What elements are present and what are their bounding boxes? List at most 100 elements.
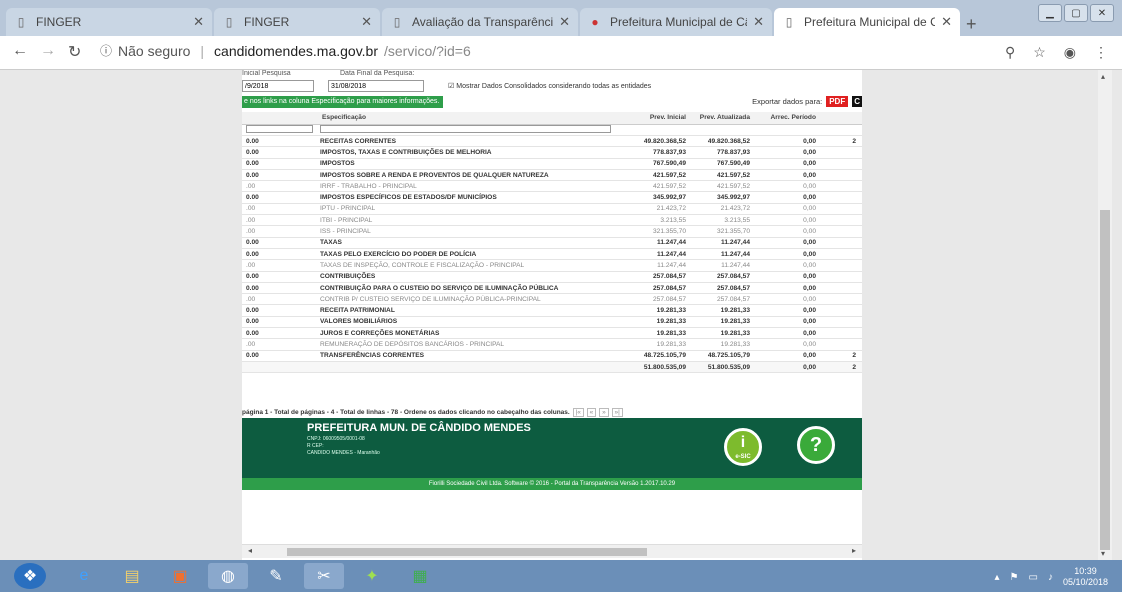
tab-avaliacao[interactable]: ▯ Avaliação da Transparência dos ✕ xyxy=(382,8,578,36)
end-date-input[interactable] xyxy=(328,80,424,92)
table-row[interactable]: 0.00 VALORES MOBILIÁRIOS 19.281,33 19.281,3… xyxy=(242,316,862,329)
table-row[interactable]: .00 ISS - PRINCIPAL 321.355,70 321.355,70 0,… xyxy=(242,225,862,238)
esic-button[interactable]: i e-SIC xyxy=(724,428,762,466)
chrome-icon[interactable]: ◍ xyxy=(208,563,248,589)
row-spec[interactable]: CONTRIB P/ CUSTEIO SERVIÇO DE ILUMINAÇÃO… xyxy=(316,293,626,306)
pager-last-button[interactable]: »| xyxy=(611,408,623,417)
table-row[interactable]: 0.00 CONTRIBUIÇÕES 257.084,57 257.084,57 0,0… xyxy=(242,271,862,283)
table-row[interactable]: 0.00 JUROS E CORREÇÕES MONETÁRIAS 19.281,3… xyxy=(242,327,862,340)
col-header-prev-atualizada[interactable]: Prev. Atualizada xyxy=(692,112,756,125)
export-csv-button[interactable]: C xyxy=(852,96,862,107)
row-spec[interactable]: TAXAS PELO EXERCÍCIO DO PODER DE POLÍCIA xyxy=(316,248,626,261)
filter-spec-input[interactable] xyxy=(320,124,611,133)
row-spec[interactable]: IMPOSTOS, TAXAS E CONTRIBUIÇÕES DE MELHO… xyxy=(316,146,626,159)
table-row[interactable]: .00 IRRF - TRABALHO - PRINCIPAL 421.597,52… xyxy=(242,180,862,193)
vertical-scrollbar[interactable]: ▴ ▾ xyxy=(1098,70,1112,560)
reload-icon[interactable]: ↻ xyxy=(68,42,81,62)
spreadsheet-icon[interactable]: ▦ xyxy=(400,563,440,589)
volume-icon[interactable]: ♪ xyxy=(1048,572,1053,583)
flag-icon[interactable]: ⚑ xyxy=(1010,572,1019,583)
scroll-left-icon[interactable]: ◂ xyxy=(248,546,252,555)
close-tab-icon[interactable]: ✕ xyxy=(361,14,372,30)
address-bar[interactable]: ⓘ Não seguro | candidomendes.ma.gov.br/s… xyxy=(100,42,471,59)
row-spec[interactable]: RECEITAS CORRENTES xyxy=(316,135,626,148)
pager-prev-button[interactable]: « xyxy=(586,408,597,417)
table-row[interactable]: 0.00 IMPOSTOS SOBRE A RENDA E PROVENTOS D… xyxy=(242,169,862,182)
snipping-tool-icon[interactable]: ✂ xyxy=(304,563,344,589)
table-row[interactable]: 0.00 TRANSFERÊNCIAS CORRENTES 48.725.105,7… xyxy=(242,350,862,362)
row-spec[interactable]: IMPOSTOS ESPECÍFICOS DE ESTADOS/DF MUNIC… xyxy=(316,191,626,204)
row-spec[interactable]: IPTU - PRINCIPAL xyxy=(316,203,626,216)
tab-finger-2[interactable]: ▯ FINGER ✕ xyxy=(214,8,380,36)
row-spec[interactable]: TRANSFERÊNCIAS CORRENTES xyxy=(316,350,626,362)
row-spec[interactable]: ISS - PRINCIPAL xyxy=(316,225,626,238)
horizontal-scrollbar[interactable]: ◂ ▸ xyxy=(242,544,862,558)
table-row[interactable]: .00 ITBI - PRINCIPAL 3.213,55 3.213,55 0,00 xyxy=(242,214,862,227)
row-spec[interactable]: IRRF - TRABALHO - PRINCIPAL xyxy=(316,180,626,193)
tab-prefeitura-1[interactable]: ● Prefeitura Municipal de Cândid ✕ xyxy=(580,8,772,36)
table-row[interactable]: 0.00 IMPOSTOS, TAXAS E CONTRIBUIÇÕES DE M… xyxy=(242,146,862,159)
minimize-button[interactable]: ▁ xyxy=(1038,4,1062,22)
scroll-up-icon[interactable]: ▴ xyxy=(1101,72,1105,81)
horizontal-scroll-thumb[interactable] xyxy=(287,548,647,556)
tab-prefeitura-active[interactable]: ▯ Prefeitura Municipal de Cândid ✕ xyxy=(774,8,960,36)
scroll-right-icon[interactable]: ▸ xyxy=(852,546,856,555)
row-spec[interactable]: IMPOSTOS xyxy=(316,158,626,170)
table-row[interactable]: 0.00 TAXAS 11.247,44 11.247,44 0,00 xyxy=(242,237,862,249)
row-spec[interactable]: CONTRIBUIÇÕES xyxy=(316,271,626,283)
back-arrow-icon[interactable]: ← xyxy=(12,42,28,60)
table-row[interactable]: 0.00 CONTRIBUIÇÃO PARA O CUSTEIO DO SERVI… xyxy=(242,282,862,295)
tab-finger-1[interactable]: ▯ FINGER ✕ xyxy=(6,8,212,36)
start-button-icon[interactable]: ❖ xyxy=(14,563,46,589)
forward-arrow-icon[interactable]: → xyxy=(40,42,56,60)
filter-code-input[interactable] xyxy=(246,124,313,133)
maximize-button[interactable]: ▢ xyxy=(1064,4,1088,22)
row-spec[interactable]: TAXAS DE INSPEÇÃO, CONTROLE E FISCALIZAÇ… xyxy=(316,259,626,272)
table-row[interactable]: 0.00 IMPOSTOS ESPECÍFICOS DE ESTADOS/DF M… xyxy=(242,191,862,204)
table-row[interactable]: .00 CONTRIB P/ CUSTEIO SERVIÇO DE ILUMINA… xyxy=(242,293,862,306)
table-row[interactable]: 0.00 RECEITA PATRIMONIAL 19.281,33 19.281,3… xyxy=(242,304,862,317)
consolidated-checkbox[interactable]: ☑ Mostrar Dados Consolidados considerand… xyxy=(448,82,651,90)
profile-icon[interactable]: ◉ xyxy=(1064,44,1076,61)
close-tab-icon[interactable]: ✕ xyxy=(559,14,570,30)
ie-icon[interactable]: e xyxy=(64,563,104,589)
paint-icon[interactable]: ✎ xyxy=(256,563,296,589)
help-question-icon[interactable]: ? xyxy=(797,426,835,464)
app-icon[interactable]: ✦ xyxy=(352,563,392,589)
new-tab-button[interactable]: + xyxy=(966,14,977,35)
col-header-prev-inicial[interactable]: Prev. Inicial xyxy=(626,112,692,125)
pager-first-button[interactable]: |« xyxy=(572,408,584,417)
row-spec[interactable]: ITBI - PRINCIPAL xyxy=(316,214,626,227)
close-tab-icon[interactable]: ✕ xyxy=(941,14,952,30)
network-icon[interactable]: ▭ xyxy=(1029,572,1038,583)
table-row[interactable]: .00 REMUNERAÇÃO DE DEPÓSITOS BANCÁRIOS - … xyxy=(242,338,862,351)
pager-next-button[interactable]: » xyxy=(599,408,609,417)
row-spec[interactable]: JUROS E CORREÇÕES MONETÁRIAS xyxy=(316,327,626,340)
table-row[interactable]: 0.00 IMPOSTOS 767.590,49 767.590,49 0,00 xyxy=(242,158,862,170)
scroll-down-icon[interactable]: ▾ xyxy=(1101,549,1105,558)
close-tab-icon[interactable]: ✕ xyxy=(193,14,204,30)
start-date-input[interactable] xyxy=(242,80,314,92)
zoom-icon[interactable]: ⚲ xyxy=(1005,44,1015,61)
info-icon[interactable]: ⓘ xyxy=(100,42,112,59)
row-spec[interactable]: RECEITA PATRIMONIAL xyxy=(316,304,626,317)
row-spec[interactable]: TAXAS xyxy=(316,237,626,249)
menu-icon[interactable]: ⋮ xyxy=(1094,44,1108,61)
vertical-scroll-thumb[interactable] xyxy=(1100,210,1110,550)
explorer-folder-icon[interactable]: ▤ xyxy=(112,563,152,589)
tray-expand-icon[interactable]: ▴ xyxy=(995,572,1000,583)
col-header-code[interactable] xyxy=(242,112,316,125)
clock[interactable]: 10:39 05/10/2018 xyxy=(1063,566,1108,588)
table-row[interactable]: 0.00 TAXAS PELO EXERCÍCIO DO PODER DE POL… xyxy=(242,248,862,261)
table-row[interactable]: 0.00 RECEITAS CORRENTES 49.820.368,52 49.82… xyxy=(242,135,862,148)
row-spec[interactable]: VALORES MOBILIÁRIOS xyxy=(316,316,626,329)
col-header-spec[interactable]: Especificação xyxy=(316,112,626,125)
export-pdf-button[interactable]: PDF xyxy=(826,96,849,107)
close-window-button[interactable]: ✕ xyxy=(1090,4,1114,22)
row-spec[interactable]: CONTRIBUIÇÃO PARA O CUSTEIO DO SERVIÇO D… xyxy=(316,282,626,295)
row-spec[interactable]: IMPOSTOS SOBRE A RENDA E PROVENTOS DE QU… xyxy=(316,169,626,182)
col-header-arrec-periodo[interactable]: Arrec. Período xyxy=(756,112,822,125)
table-row[interactable]: .00 IPTU - PRINCIPAL 21.423,72 21.423,72 0,0… xyxy=(242,203,862,216)
table-row[interactable]: .00 TAXAS DE INSPEÇÃO, CONTROLE E FISCALI… xyxy=(242,259,862,272)
row-spec[interactable]: REMUNERAÇÃO DE DEPÓSITOS BANCÁRIOS - PRI… xyxy=(316,338,626,351)
